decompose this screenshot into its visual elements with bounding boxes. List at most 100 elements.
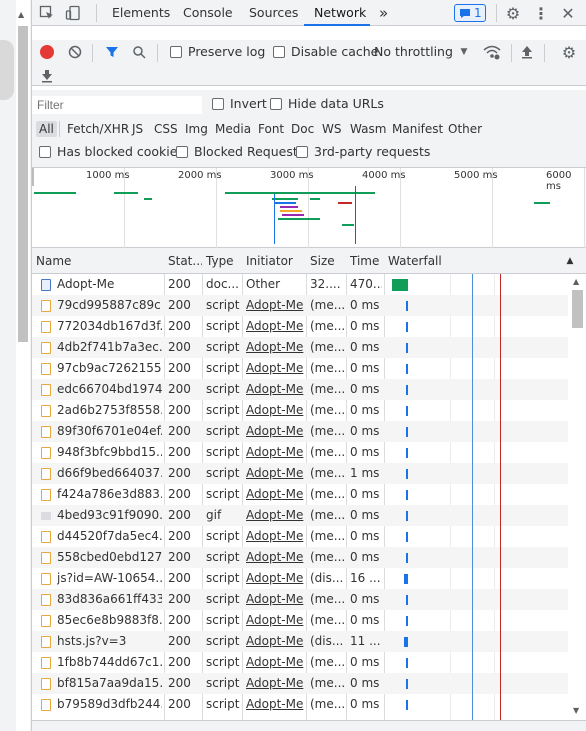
throttling-select[interactable]: No throttling [374,44,453,59]
cell-initiator[interactable]: Adopt-Me [246,652,304,673]
preserve-log-checkbox[interactable] [170,46,182,58]
sort-ascending-icon[interactable]: ▲ [564,255,576,267]
table-row[interactable]: d44520f7da5ec4... 200 script Adopt-Me (me...… [32,526,568,547]
table-row[interactable]: f424a786e3d883... 200 script Adopt-Me (me...… [32,484,568,505]
table-row[interactable]: 79cd995887c89c... 200 script Adopt-Me (me...… [32,295,568,316]
table-row[interactable]: js?id=AW-10654... 200 script Adopt-Me (dis..… [32,568,568,589]
record-icon[interactable] [40,45,54,59]
cell-initiator[interactable]: Adopt-Me [246,337,304,358]
table-row[interactable]: 558cbed0ebd127... 200 script Adopt-Me (me...… [32,547,568,568]
cell-initiator[interactable]: Adopt-Me [246,673,304,694]
export-har-icon[interactable] [39,68,55,84]
import-har-icon[interactable] [519,44,535,60]
scroll-up-arrow-icon[interactable]: ▲ [573,277,579,286]
cell-name[interactable]: 1fb8b744dd67c1... [57,652,162,673]
scroll-down-arrow-icon[interactable]: ▼ [573,706,579,715]
cell-name[interactable]: js?id=AW-10654... [57,568,162,589]
type-filter-fetch-xhr[interactable]: Fetch/XHR [64,121,132,137]
cell-name[interactable]: Adopt-Me [57,274,162,295]
table-row[interactable]: 4db2f741b7a3ec... 200 script Adopt-Me (me...… [32,337,568,358]
table-row[interactable]: edc66704bd1974... 200 script Adopt-Me (me...… [32,379,568,400]
more-tabs-button[interactable]: » [379,0,388,26]
cell-initiator[interactable]: Adopt-Me [246,316,304,337]
table-row[interactable]: 83d836a661ff433... 200 script Adopt-Me (me..… [32,589,568,610]
tab-console[interactable]: Console [183,0,233,26]
table-row[interactable]: 2ad6b2753f8558... 200 script Adopt-Me (me...… [32,400,568,421]
cell-initiator[interactable]: Adopt-Me [246,694,304,715]
page-scrollbar-thumb[interactable] [18,26,28,342]
cell-name[interactable]: 948f3bfc9bbd15... [57,442,162,463]
cell-initiator[interactable]: Adopt-Me [246,568,304,589]
cell-name[interactable]: 83d836a661ff433... [57,589,162,610]
type-filter-all[interactable]: All [36,121,57,137]
search-icon[interactable] [131,44,147,60]
cell-initiator[interactable]: Adopt-Me [246,358,304,379]
cell-name[interactable]: 89f30f6701e04ef... [57,421,162,442]
cell-name[interactable]: 2ad6b2753f8558... [57,400,162,421]
table-row[interactable]: d66f9bed664037... 200 script Adopt-Me (me...… [32,463,568,484]
blocked-requests-checkbox[interactable] [176,146,188,158]
close-devtools-icon[interactable]: ✕ [559,4,577,23]
third-party-checkbox[interactable] [296,146,308,158]
column-waterfall[interactable]: Waterfall [384,248,564,274]
table-row[interactable]: bf815a7aa9da15... 200 script Adopt-Me (me...… [32,673,568,694]
cell-name[interactable]: 772034db167d3f... [57,316,162,337]
table-row[interactable]: 4bed93c91f9090... 200 gif Adopt-Me (me... 0 m… [32,505,568,526]
type-filter-img[interactable]: Img [182,121,211,137]
issues-badge[interactable]: 1 [454,4,486,22]
has-blocked-cookies-checkbox[interactable] [39,146,51,158]
cell-name[interactable]: hsts.js?v=3 [57,631,162,652]
cell-initiator[interactable]: Adopt-Me [246,526,304,547]
cell-name[interactable]: edc66704bd1974... [57,379,162,400]
table-row[interactable]: 97cb9ac7262155... 200 script Adopt-Me (me...… [32,358,568,379]
cell-initiator[interactable]: Adopt-Me [246,421,304,442]
clear-icon[interactable] [67,44,83,60]
type-filter-ws[interactable]: WS [319,121,344,137]
scroll-up-arrow-icon[interactable]: ▲ [18,10,24,19]
cell-initiator[interactable]: Adopt-Me [246,547,304,568]
network-conditions-icon[interactable] [483,43,501,61]
cell-name[interactable]: 79cd995887c89c... [57,295,162,316]
tab-network[interactable]: Network [314,0,366,26]
table-row[interactable]: hsts.js?v=3 200 script Adopt-Me (dis... 11 ..… [32,631,568,652]
column-type[interactable]: Type [202,248,242,274]
hide-data-urls-checkbox[interactable] [270,98,282,110]
tab-elements[interactable]: Elements [112,0,170,26]
type-filter-media[interactable]: Media [212,121,254,137]
cell-initiator[interactable]: Adopt-Me [246,400,304,421]
cell-initiator[interactable]: Adopt-Me [246,589,304,610]
cell-name[interactable]: 4bed93c91f9090... [57,505,162,526]
settings-gear-icon[interactable]: ⚙ [504,4,522,23]
network-settings-gear-icon[interactable]: ⚙ [560,43,578,62]
table-row[interactable]: 89f30f6701e04ef... 200 script Adopt-Me (me..… [32,421,568,442]
cell-name[interactable]: d44520f7da5ec4... [57,526,162,547]
type-filter-manifest[interactable]: Manifest [389,121,446,137]
table-scrollbar[interactable]: ▲ ▼ [569,274,586,720]
type-filter-js[interactable]: JS [129,121,146,137]
type-filter-other[interactable]: Other [445,121,485,137]
invert-checkbox[interactable] [212,98,224,110]
type-filter-css[interactable]: CSS [151,121,181,137]
more-options-icon[interactable]: ⋮ [532,4,550,23]
cell-name[interactable]: 85ec6e8b9883f8... [57,610,162,631]
cell-initiator[interactable]: Adopt-Me [246,505,304,526]
cell-name[interactable]: b79589d3dfb244... [57,694,162,715]
cell-initiator[interactable]: Adopt-Me [246,379,304,400]
cell-name[interactable]: 558cbed0ebd127... [57,547,162,568]
table-row[interactable]: Adopt-Me 200 doc... Other 32.... 470... [32,274,568,295]
type-filter-doc[interactable]: Doc [288,121,317,137]
filter-input[interactable] [32,96,202,114]
table-row[interactable]: 1fb8b744dd67c1... 200 script Adopt-Me (me...… [32,652,568,673]
column-status[interactable]: Stat... [164,248,202,274]
table-row[interactable]: b79589d3dfb244... 200 script Adopt-Me (me...… [32,694,568,715]
cell-name[interactable]: f424a786e3d883... [57,484,162,505]
filter-icon[interactable] [104,44,120,60]
inspect-element-icon[interactable] [38,4,56,22]
table-row[interactable]: 772034db167d3f... 200 script Adopt-Me (me...… [32,316,568,337]
cell-name[interactable]: 97cb9ac7262155... [57,358,162,379]
type-filter-font[interactable]: Font [255,121,287,137]
cell-initiator[interactable]: Adopt-Me [246,442,304,463]
column-name[interactable]: Name [32,248,164,274]
disable-cache-checkbox[interactable] [273,46,285,58]
cell-initiator[interactable]: Adopt-Me [246,610,304,631]
